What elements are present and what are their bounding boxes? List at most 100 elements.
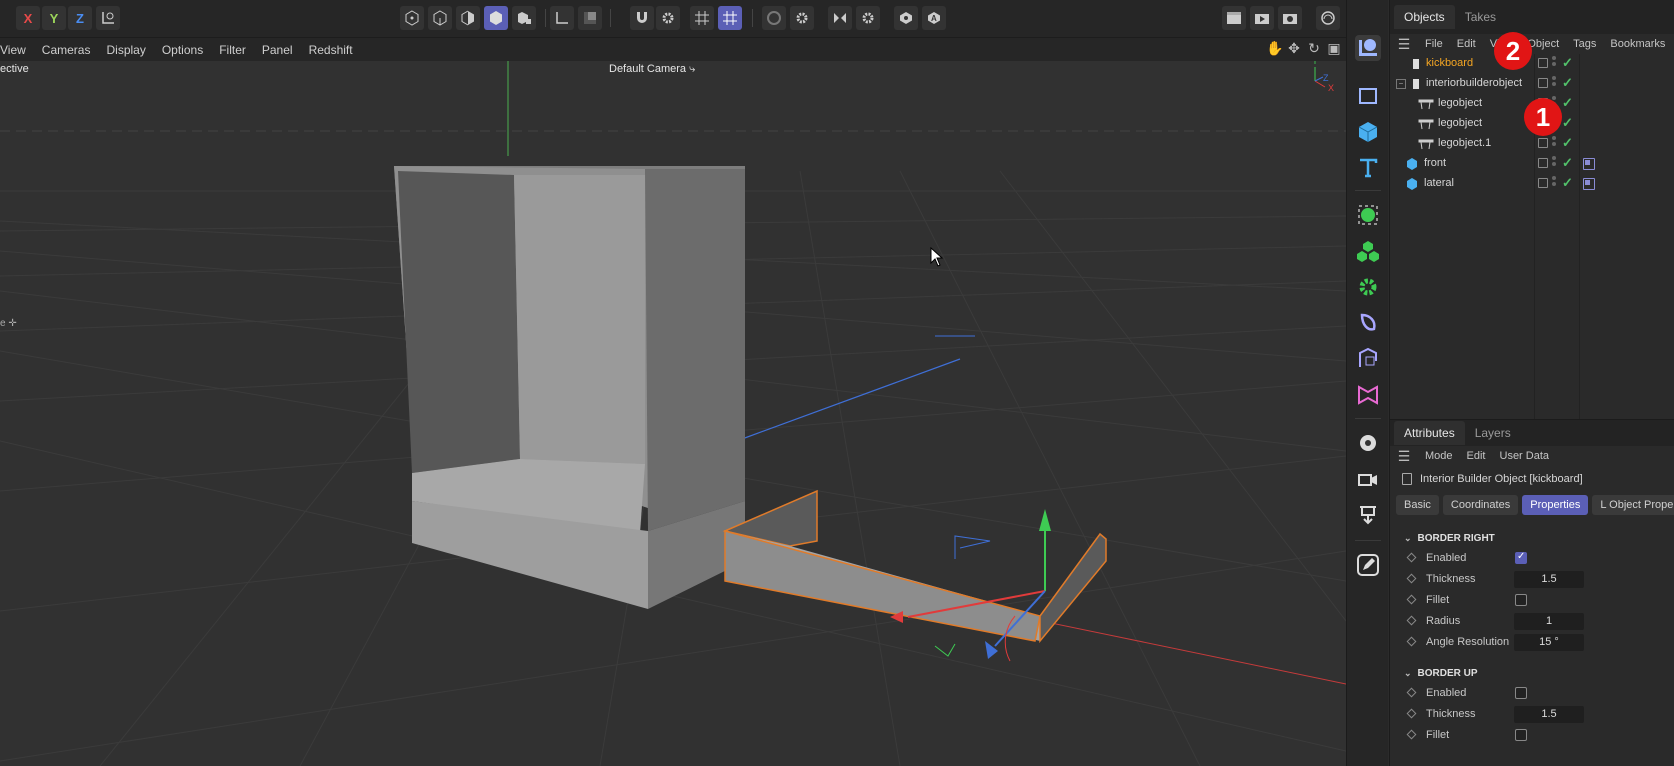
render-settings-button[interactable]	[1278, 6, 1302, 30]
keyframe-icon[interactable]	[1406, 687, 1417, 698]
axis-mode-button[interactable]	[550, 6, 574, 30]
keyframe-icon[interactable]	[1406, 636, 1417, 647]
pan-icon[interactable]: ✋	[1266, 40, 1283, 56]
points-mode-button[interactable]	[400, 6, 424, 30]
edit-icon[interactable]	[1538, 138, 1548, 148]
volume-button[interactable]	[1355, 382, 1381, 408]
texture-mode-button[interactable]	[578, 6, 602, 30]
edit-icon[interactable]	[1538, 78, 1548, 88]
menu-user-data[interactable]: User Data	[1493, 450, 1557, 462]
collapse-icon[interactable]: −	[1396, 79, 1406, 89]
menu-tags[interactable]: Tags	[1566, 38, 1603, 50]
enabled-check-icon[interactable]: ✓	[1562, 175, 1573, 191]
edit-icon[interactable]	[1538, 158, 1548, 168]
radius-field[interactable]: 1	[1514, 613, 1584, 630]
edit-button[interactable]	[1355, 552, 1381, 578]
annotation-button[interactable]: A	[922, 6, 946, 30]
coordinate-system-button[interactable]	[96, 6, 120, 30]
object-row-interiorbuilderobject[interactable]: − interiorbuilderobject ✓	[1390, 74, 1674, 94]
generator-button[interactable]	[1355, 238, 1381, 264]
object-row-legobject-1[interactable]: legobject.1 ✓	[1390, 134, 1674, 154]
scene-button[interactable]	[1355, 430, 1381, 456]
symmetry-button[interactable]	[828, 6, 852, 30]
enabled-check-icon[interactable]: ✓	[1562, 95, 1573, 111]
lock-x-button[interactable]: X	[16, 6, 40, 30]
menu-filter[interactable]: Filter	[211, 43, 254, 57]
enabled-check-icon[interactable]: ✓	[1562, 155, 1573, 171]
tag-icon[interactable]	[1583, 178, 1595, 190]
menu-cameras[interactable]: Cameras	[34, 43, 99, 57]
polygons-mode-button[interactable]	[456, 6, 480, 30]
enabled-check-icon[interactable]: ✓	[1562, 55, 1573, 71]
viewport[interactable]: Y Z X e ✛ ective Default Camera ⤷	[0, 61, 1346, 766]
field-button[interactable]	[1355, 346, 1381, 372]
menu-file[interactable]: File	[1418, 38, 1450, 50]
tag-icon[interactable]	[1583, 158, 1595, 170]
enabled-check-icon[interactable]: ✓	[1562, 115, 1573, 131]
solo-button[interactable]	[762, 6, 786, 30]
group-header[interactable]: ⌄ BORDER UP	[1390, 663, 1674, 683]
lock-y-button[interactable]: Y	[42, 6, 66, 30]
menu-panel[interactable]: Panel	[254, 43, 301, 57]
render-region-button[interactable]	[1222, 6, 1246, 30]
thickness-field[interactable]: 1.5	[1514, 571, 1584, 588]
menu-view[interactable]: View	[0, 43, 34, 57]
subtab-l-object-properties[interactable]: L Object Prope	[1592, 495, 1674, 515]
enabled-check-icon[interactable]: ✓	[1562, 135, 1573, 151]
keyframe-icon[interactable]	[1406, 594, 1417, 605]
visibility-dots-icon[interactable]	[1552, 176, 1557, 192]
menu-bookmarks[interactable]: Bookmarks	[1603, 38, 1672, 50]
enabled-checkbox[interactable]	[1515, 551, 1527, 564]
render-view-button[interactable]	[1250, 6, 1274, 30]
menu-display[interactable]: Display	[98, 43, 153, 57]
menu-edit[interactable]: Edit	[1450, 38, 1483, 50]
keyframe-icon[interactable]	[1406, 729, 1417, 740]
symmetry-settings-button[interactable]	[856, 6, 880, 30]
object-row-front[interactable]: front ✓	[1390, 154, 1674, 174]
snap-settings-button[interactable]	[656, 6, 680, 30]
cube-button[interactable]	[1355, 119, 1381, 145]
edges-mode-button[interactable]	[428, 6, 452, 30]
hamburger-icon[interactable]: ☰	[1390, 36, 1418, 53]
live-selection-button[interactable]	[1355, 35, 1381, 61]
edit-icon[interactable]	[1538, 178, 1548, 188]
layout-button[interactable]	[1316, 6, 1340, 30]
rotate-icon[interactable]: ↻	[1306, 40, 1322, 56]
visibility-dots-icon[interactable]	[1552, 156, 1557, 172]
solo-settings-button[interactable]	[790, 6, 814, 30]
object-row-kickboard[interactable]: kickboard ✓	[1390, 54, 1674, 74]
menu-edit[interactable]: Edit	[1460, 450, 1493, 462]
fillet-checkbox[interactable]	[1515, 729, 1527, 741]
visibility-dots-icon[interactable]	[1552, 56, 1557, 72]
lock-z-button[interactable]: Z	[68, 6, 92, 30]
group-header[interactable]: ⌄ BORDER RIGHT	[1390, 528, 1674, 548]
light-button[interactable]	[1355, 502, 1381, 528]
subtab-basic[interactable]: Basic	[1396, 495, 1439, 515]
camera-label[interactable]: Default Camera ⤷	[609, 63, 695, 76]
tab-attributes[interactable]: Attributes	[1394, 421, 1465, 445]
menu-options[interactable]: Options	[154, 43, 211, 57]
camera-button[interactable]	[1355, 466, 1381, 492]
tab-takes[interactable]: Takes	[1455, 5, 1506, 29]
model-mode-button[interactable]	[484, 6, 508, 30]
enabled-check-icon[interactable]: ✓	[1562, 75, 1573, 91]
enabled-checkbox[interactable]	[1515, 687, 1527, 699]
workplane-lock-button[interactable]	[718, 6, 742, 30]
keyframe-icon[interactable]	[1406, 615, 1417, 626]
thickness-field[interactable]: 1.5	[1514, 706, 1584, 723]
fillet-checkbox[interactable]	[1515, 594, 1527, 606]
visibility-dots-icon[interactable]	[1552, 76, 1557, 92]
tab-objects[interactable]: Objects	[1394, 5, 1455, 29]
angle-resolution-field[interactable]: 15 °	[1514, 634, 1584, 651]
menu-mode[interactable]: Mode	[1418, 450, 1460, 462]
edit-icon[interactable]	[1538, 58, 1548, 68]
keyframe-icon[interactable]	[1406, 573, 1417, 584]
keyframe-icon[interactable]	[1406, 708, 1417, 719]
rectangle-selection-button[interactable]	[1355, 83, 1381, 109]
tab-layers[interactable]: Layers	[1465, 421, 1521, 445]
visibility-dots-icon[interactable]	[1552, 136, 1557, 152]
keyframe-icon[interactable]	[1406, 552, 1417, 563]
object-row-lateral[interactable]: lateral ✓	[1390, 174, 1674, 194]
workplane-button[interactable]	[690, 6, 714, 30]
effector-button[interactable]	[1355, 274, 1381, 300]
